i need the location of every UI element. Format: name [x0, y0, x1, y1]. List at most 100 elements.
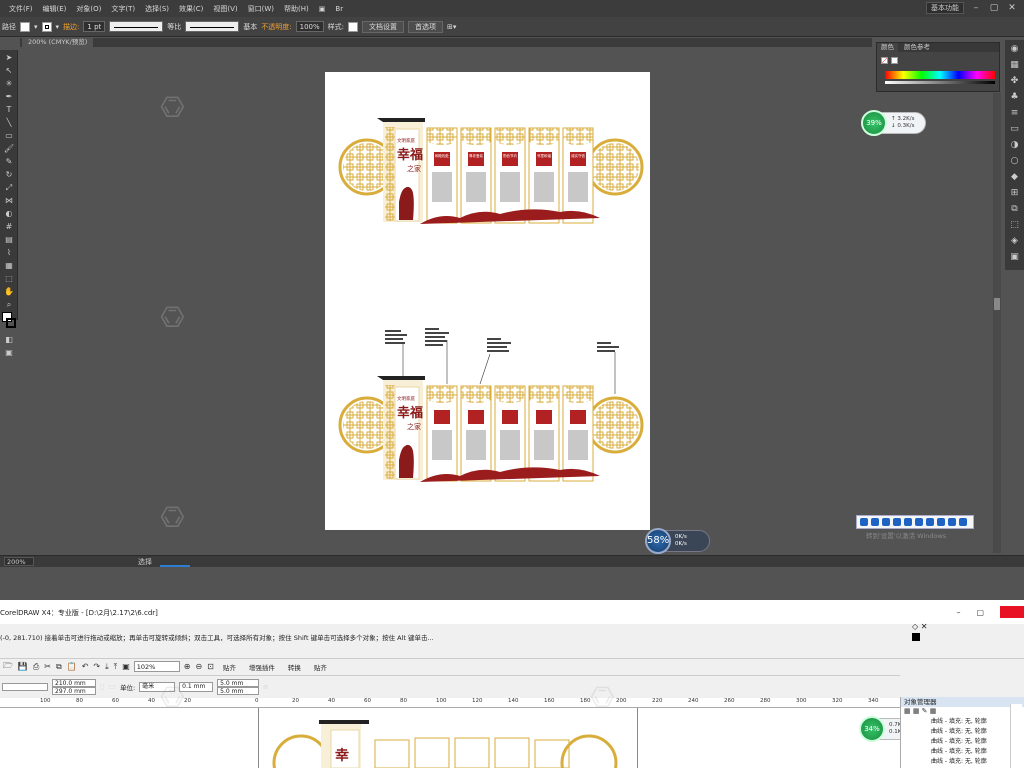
object-row[interactable]: 曲线 - 填充: 无, 轮廓	[901, 757, 1024, 767]
object-row[interactable]: 曲线 - 填充: 无, 轮廓	[901, 717, 1024, 727]
direct-selection-tool-icon[interactable]: ↖	[2, 65, 16, 76]
arrange-documents-icon[interactable]: ⊞▾	[447, 23, 456, 31]
appearance-icon[interactable]: ○	[1008, 155, 1021, 168]
import-icon[interactable]: ⤓	[104, 662, 110, 672]
graphic-style-swatch[interactable]	[348, 21, 358, 32]
paste-icon[interactable]: 📋	[66, 662, 78, 671]
copy-icon[interactable]: ⧉	[55, 662, 63, 672]
ime-toolbar[interactable]	[856, 515, 974, 529]
stroke-icon[interactable]: ≡	[1008, 107, 1021, 120]
scale-tool-icon[interactable]: ⤢	[2, 182, 16, 193]
color-mode-icon[interactable]: ◧	[2, 334, 16, 345]
eyedropper-tool-icon[interactable]: ⌇	[2, 247, 16, 258]
menu-edit[interactable]: 编辑(E)	[38, 4, 72, 14]
screen-mode-icon[interactable]: ▣	[2, 347, 16, 358]
scroll-thumb[interactable]	[994, 298, 1000, 310]
object-row[interactable]: 曲线 - 填充: 无, 轮廓	[901, 727, 1024, 737]
corel-canvas[interactable]: 幸	[0, 708, 900, 768]
all-pages-icon[interactable]: ⧈	[263, 682, 268, 692]
transparency-icon[interactable]: ◑	[1008, 139, 1021, 152]
ime-tools-icon[interactable]	[937, 518, 945, 526]
print-icon[interactable]: ⎙	[32, 662, 40, 672]
page-width-field[interactable]: 210.0 mm	[52, 678, 96, 687]
portrait-icon[interactable]: ▯	[100, 682, 104, 691]
pencil-tool-icon[interactable]: ✎	[2, 156, 16, 167]
nudge-field[interactable]: 0.1 mm	[179, 681, 214, 692]
mesh-tool-icon[interactable]: #	[2, 221, 16, 232]
zoom-in-icon[interactable]: ⊕	[183, 662, 192, 671]
align-icon[interactable]: ⊞	[1008, 187, 1021, 200]
network-speed-widget[interactable]: 39% ↑ 3.2K/s ↓ 0.3K/s	[861, 110, 926, 136]
menu-window[interactable]: 窗口(W)	[243, 4, 279, 14]
corel-minimize-icon[interactable]: –	[956, 608, 960, 617]
snap-to-button[interactable]: 贴齐	[309, 661, 332, 673]
ime-punct-icon[interactable]	[882, 518, 890, 526]
tab-color-guide[interactable]: 颜色参考	[900, 43, 934, 52]
ime-skin-icon[interactable]	[926, 518, 934, 526]
color-icon[interactable]: ◉	[1008, 43, 1021, 56]
fill-stroke-control[interactable]	[2, 312, 16, 332]
gradient-icon[interactable]: ▭	[1008, 123, 1021, 136]
object-row[interactable]: 曲线 - 填充: 无, 轮廓	[901, 737, 1024, 747]
rectangle-tool-icon[interactable]: ▭	[2, 130, 16, 141]
duplicate-y-field[interactable]: 5.0 mm	[217, 686, 260, 695]
minimize-icon[interactable]: –	[970, 3, 982, 14]
close-icon[interactable]: ✕	[1006, 3, 1018, 14]
menu-view[interactable]: 视图(V)	[208, 4, 242, 14]
stroke-box[interactable]	[6, 318, 16, 328]
save-icon[interactable]: 💾	[17, 662, 29, 671]
opacity-label[interactable]: 不透明度:	[261, 22, 291, 32]
none-swatch[interactable]	[881, 57, 888, 64]
selection-tool-icon[interactable]: ➤	[2, 52, 16, 63]
ime-settings-icon[interactable]	[959, 518, 967, 526]
ime-keyboard-icon[interactable]	[915, 518, 923, 526]
page-size-select[interactable]	[2, 682, 48, 691]
ime-logo-icon[interactable]	[860, 518, 868, 526]
zoom-out-icon[interactable]: ⊖	[194, 662, 203, 671]
type-tool-icon[interactable]: T	[2, 104, 16, 115]
redo-icon[interactable]: ↷	[92, 662, 101, 671]
object-row[interactable]: 曲线 - 填充: 无, 轮廓	[901, 747, 1024, 757]
enhance-plugin-button[interactable]: 增强插件	[244, 661, 280, 673]
menu-object[interactable]: 对象(O)	[71, 4, 106, 14]
page-height-field[interactable]: 297.0 mm	[52, 686, 96, 695]
layers-icon[interactable]: ◈	[1008, 235, 1021, 248]
convert-button[interactable]: 转换	[283, 661, 306, 673]
snap-button[interactable]: 贴齐	[218, 661, 241, 673]
magic-wand-tool-icon[interactable]: ✳	[2, 78, 16, 89]
graph-tool-icon[interactable]: ▦	[2, 260, 16, 271]
restore-icon[interactable]: ▢	[988, 3, 1000, 14]
menu-select[interactable]: 选择(S)	[140, 4, 174, 14]
artboard-tool-icon[interactable]: ⬚	[2, 273, 16, 284]
landscape-icon[interactable]: ▭	[108, 682, 116, 691]
object-manager-toolbar[interactable]: ▦ ▦ ✎ ▦	[901, 707, 1024, 717]
menu-help[interactable]: 帮助(H)	[279, 4, 314, 14]
corel-page[interactable]: 幸	[258, 708, 638, 768]
corel-restore-icon[interactable]: ▢	[976, 608, 984, 617]
corel-close-button[interactable]	[1000, 606, 1024, 618]
hand-tool-icon[interactable]: ✋	[2, 286, 16, 297]
document-setup-button[interactable]: 文档设置	[362, 20, 404, 33]
zoom-level-select[interactable]: 102%	[133, 661, 180, 672]
opacity-field[interactable]: 100%	[295, 21, 324, 32]
stroke-weight-field[interactable]: 1 pt	[83, 21, 106, 32]
open-icon[interactable]: 🗁	[2, 660, 14, 674]
vertical-scrollbar[interactable]	[993, 93, 1001, 553]
corel-fill-indicator[interactable]: ◇ ✕	[912, 622, 927, 631]
bridge-icon[interactable]: ▣	[314, 5, 331, 13]
stroke-swatch[interactable]	[41, 21, 52, 32]
preferences-button[interactable]: 首选项	[408, 20, 443, 33]
app-launcher-icon[interactable]: ▣	[121, 662, 131, 671]
zoom-field[interactable]: 200%	[4, 557, 34, 566]
brush-definition[interactable]	[185, 21, 240, 32]
workspace-switcher[interactable]: 基本功能	[926, 2, 964, 14]
white-swatch[interactable]	[891, 57, 898, 64]
stroke-label[interactable]: 描边:	[63, 22, 79, 32]
ime-shirt-icon[interactable]	[948, 518, 956, 526]
duplicate-x-field[interactable]: 5.0 mm	[217, 678, 260, 687]
shape-builder-tool-icon[interactable]: ◐	[2, 208, 16, 219]
line-tool-icon[interactable]: ╲	[2, 117, 16, 128]
status-tool-label[interactable]: 选择	[138, 557, 152, 567]
fill-swatch[interactable]	[20, 21, 30, 32]
arrange-icon[interactable]: Br	[330, 5, 348, 13]
